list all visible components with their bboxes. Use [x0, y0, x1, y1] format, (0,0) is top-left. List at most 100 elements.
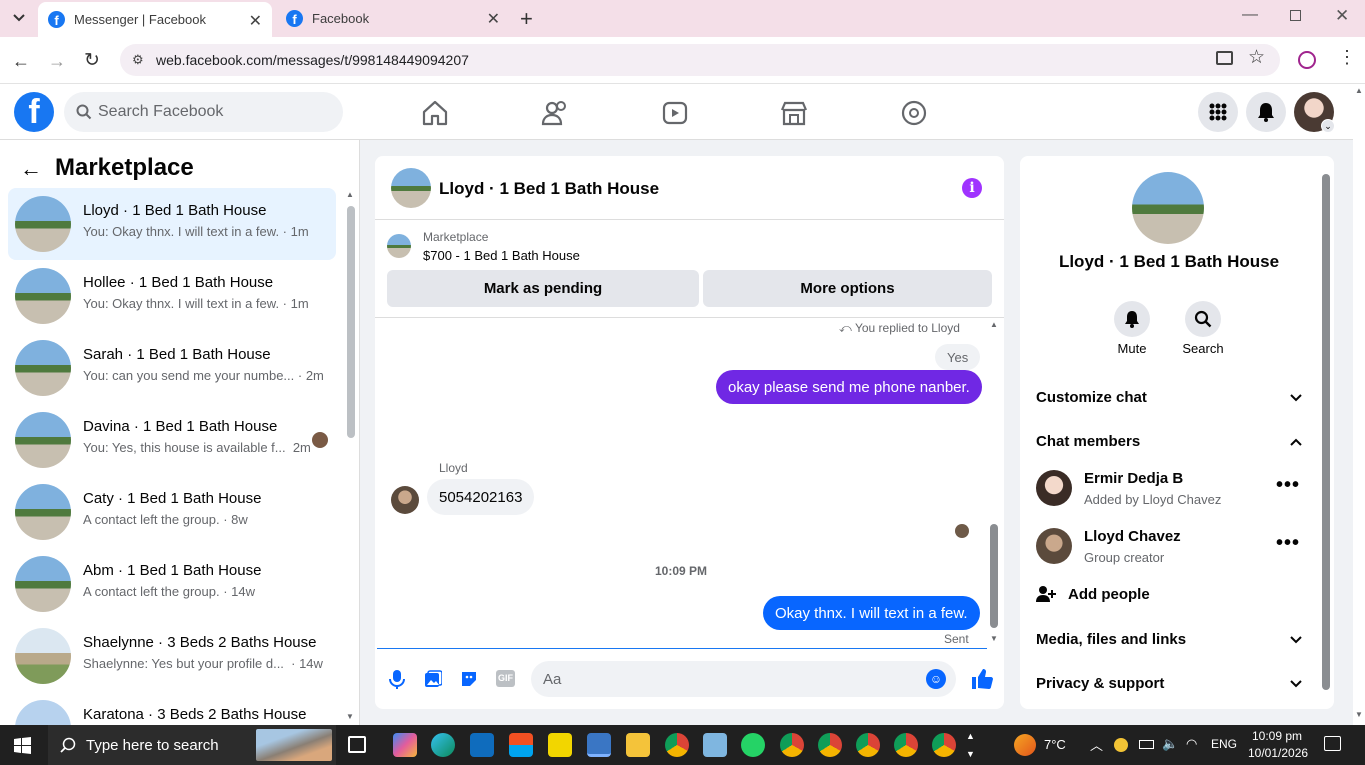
emoji-icon[interactable]: ☺	[926, 669, 946, 689]
scroll-up-arrow[interactable]: ▲	[990, 320, 998, 329]
scroll-up-arrow[interactable]: ▲	[1355, 86, 1363, 95]
sidebar-scrollbar[interactable]	[347, 206, 355, 438]
facebook-search-input[interactable]: Search Facebook	[64, 92, 343, 132]
listing-price-title[interactable]: $700 - 1 Bed 1 Bath House	[423, 248, 580, 263]
mark-pending-button[interactable]: Mark as pending	[387, 270, 699, 307]
sticky-notes-icon[interactable]	[548, 733, 572, 757]
copilot-icon[interactable]	[393, 733, 417, 757]
clock-time[interactable]: 10:09 pm	[1252, 729, 1302, 743]
back-arrow-icon[interactable]: ←	[20, 156, 42, 182]
wifi-icon[interactable]: ◠	[1186, 736, 1197, 752]
store-icon[interactable]	[509, 733, 533, 757]
edge-icon[interactable]	[431, 733, 455, 757]
battery-icon[interactable]	[1139, 740, 1154, 749]
clock-date[interactable]: 10/01/2026	[1248, 746, 1308, 760]
photo-icon[interactable]	[424, 670, 442, 688]
conversation-item[interactable]: Sarah · 1 Bed 1 Bath House You: can you …	[8, 332, 336, 404]
listing-thumbnail[interactable]	[387, 234, 411, 258]
conversation-item[interactable]: Davina · 1 Bed 1 Bath House You: Yes, th…	[8, 404, 336, 476]
tab-messenger[interactable]: f Messenger | Facebook ✕	[38, 2, 272, 37]
reload-button[interactable]: ↻	[84, 49, 100, 72]
forward-button[interactable]: →	[48, 51, 66, 72]
conversation-item[interactable]: Karatona · 3 Beds 2 Baths House	[8, 692, 336, 725]
tray-app-icon[interactable]	[1114, 738, 1128, 752]
sender-avatar[interactable]	[391, 486, 419, 514]
weather-icon[interactable]	[1014, 734, 1036, 756]
chrome-profile-icon[interactable]	[818, 733, 842, 757]
close-window-button[interactable]: ✕	[1335, 6, 1349, 26]
microphone-icon[interactable]	[389, 669, 405, 689]
details-avatar[interactable]	[1132, 172, 1204, 244]
scroll-down-arrow[interactable]: ▼	[346, 712, 354, 721]
member-options-icon[interactable]: •••	[1276, 532, 1300, 555]
weather-temp[interactable]: 7°C	[1044, 737, 1066, 752]
notification-center-icon[interactable]	[1324, 736, 1341, 751]
mute-button[interactable]	[1114, 301, 1150, 337]
chrome-profile-icon[interactable]	[894, 733, 918, 757]
taskbar-search-input[interactable]: Type here to search	[48, 725, 336, 765]
conversation-item[interactable]: Caty · 1 Bed 1 Bath House A contact left…	[8, 476, 336, 548]
sent-message[interactable]: Okay thnx. I will text in a few.	[763, 596, 980, 630]
notepad-icon[interactable]	[703, 733, 727, 757]
scroll-up-arrow[interactable]: ▲	[346, 190, 354, 199]
gaming-icon[interactable]	[899, 98, 929, 128]
url-field[interactable]: ⚙ web.facebook.com/messages/t/9981484490…	[120, 44, 1280, 76]
search-conversation-button[interactable]	[1185, 301, 1221, 337]
facebook-logo-icon[interactable]: f	[14, 92, 54, 132]
conversation-item[interactable]: Hollee · 1 Bed 1 Bath House You: Okay th…	[8, 260, 336, 332]
file-explorer-icon[interactable]	[626, 733, 650, 757]
chat-avatar[interactable]	[391, 168, 431, 208]
add-people-row[interactable]: Add people	[1036, 584, 1306, 606]
chrome-profile-icon[interactable]	[932, 733, 956, 757]
language-indicator[interactable]: ENG	[1211, 737, 1237, 751]
outlook-icon[interactable]	[470, 733, 494, 757]
windows-start-icon[interactable]	[14, 737, 31, 754]
whatsapp-icon[interactable]	[741, 733, 765, 757]
account-chevron-icon[interactable]: ⌄	[1321, 119, 1335, 133]
restore-button[interactable]	[1290, 10, 1301, 21]
member-item[interactable]: Lloyd Chavez Group creator •••	[1036, 526, 1306, 570]
pinned-app-icon[interactable]	[587, 733, 611, 757]
chrome-icon[interactable]	[665, 733, 689, 757]
member-options-icon[interactable]: •••	[1276, 474, 1300, 497]
taskbar-overflow-arrows[interactable]: ▲ ▼	[966, 727, 975, 763]
back-button[interactable]: ←	[12, 51, 30, 72]
thumbs-up-icon[interactable]	[971, 668, 993, 690]
more-options-button[interactable]: More options	[703, 270, 992, 307]
scroll-down-arrow[interactable]: ▼	[1355, 710, 1363, 719]
conversation-item[interactable]: Abm · 1 Bed 1 Bath House A contact left …	[8, 548, 336, 620]
gif-icon[interactable]: GIF	[496, 670, 515, 687]
install-app-icon[interactable]	[1216, 51, 1233, 65]
media-files-row[interactable]: Media, files and links	[1036, 631, 1186, 648]
privacy-support-row[interactable]: Privacy & support	[1036, 675, 1164, 692]
sent-message[interactable]: okay please send me phone nanber.	[716, 370, 982, 404]
conversation-item[interactable]: Shaelynne · 3 Beds 2 Baths House Shaelyn…	[8, 620, 336, 692]
page-scrollbar[interactable]: ▲ ▼	[1353, 84, 1365, 725]
chat-title[interactable]: Lloyd · 1 Bed 1 Bath House	[439, 179, 659, 199]
notifications-button[interactable]	[1246, 92, 1286, 132]
profile-icon[interactable]	[1298, 51, 1316, 69]
task-view-icon[interactable]	[348, 736, 366, 753]
minimize-button[interactable]: —	[1242, 6, 1258, 24]
watch-icon[interactable]	[660, 98, 690, 128]
home-icon[interactable]	[420, 98, 450, 128]
bookmark-star-icon[interactable]: ☆	[1248, 46, 1265, 69]
close-tab-icon[interactable]: ✕	[249, 11, 262, 31]
customize-chat-row[interactable]: Customize chat	[1036, 389, 1147, 406]
volume-icon[interactable]: 🔈	[1162, 736, 1178, 752]
received-message[interactable]: 5054202163	[427, 479, 535, 515]
chrome-profile-icon[interactable]	[856, 733, 880, 757]
tab-facebook[interactable]: f Facebook ✕	[276, 0, 510, 37]
details-scrollbar[interactable]	[1322, 174, 1330, 690]
message-input[interactable]: Aa ☺	[531, 661, 956, 697]
site-info-icon[interactable]: ⚙	[132, 52, 144, 68]
close-tab-icon[interactable]: ✕	[487, 9, 500, 29]
tray-chevron-icon[interactable]: ︿	[1090, 735, 1103, 754]
friends-icon[interactable]	[540, 98, 570, 128]
marketplace-icon[interactable]	[779, 98, 809, 128]
menu-grid-button[interactable]	[1198, 92, 1238, 132]
sticker-icon[interactable]	[460, 670, 478, 688]
browser-menu-icon[interactable]: ⋮	[1338, 47, 1356, 68]
chat-members-row[interactable]: Chat members	[1036, 433, 1140, 450]
member-item[interactable]: Ermir Dedja B Added by Lloyd Chavez •••	[1036, 468, 1306, 512]
